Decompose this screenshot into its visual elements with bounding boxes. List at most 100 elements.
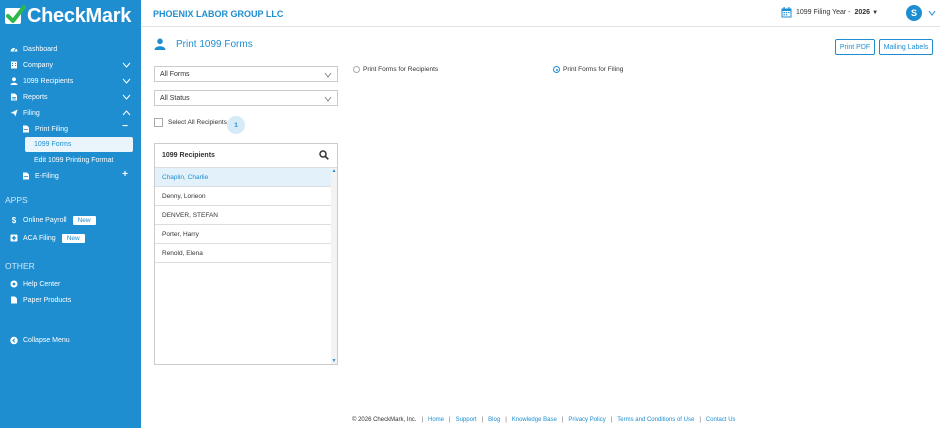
- sidebar-item-print-filing[interactable]: Print Filing −: [0, 121, 141, 137]
- collapse-menu-button[interactable]: Collapse Menu: [0, 332, 141, 348]
- sidebar-item-label: Reports: [23, 93, 48, 101]
- footer-link-contact-us[interactable]: Contact Us: [706, 417, 736, 423]
- filing-year-value: 2026: [854, 9, 871, 16]
- sidebar-item-label: Company: [23, 61, 53, 69]
- chevron-up-icon: [122, 110, 131, 116]
- scroll-down-arrow-icon[interactable]: ▼: [331, 358, 337, 364]
- footer-separator: |: [505, 417, 507, 423]
- footer-separator: |: [561, 417, 564, 423]
- aca-icon: [10, 234, 18, 242]
- sidebar-item-label: Help Center: [23, 280, 61, 288]
- new-badge: New: [61, 233, 85, 243]
- dashboard-icon: [10, 45, 18, 53]
- apps-section-title: APPS: [5, 195, 28, 205]
- radio-label: Print Forms for Recipients: [363, 66, 439, 73]
- sidebar-item-1099-forms[interactable]: 1099 Forms: [25, 137, 133, 152]
- status-filter-select[interactable]: All Status: [154, 90, 338, 106]
- select-all-checkbox[interactable]: [154, 118, 163, 127]
- sidebar-item-reports[interactable]: Reports: [0, 89, 141, 105]
- chevron-down-icon: [324, 96, 332, 102]
- collapse-toggle-icon[interactable]: −: [122, 121, 128, 132]
- radio-button-selected[interactable]: [553, 66, 560, 73]
- chevron-down-icon[interactable]: [928, 10, 936, 16]
- sidebar-item-label: ACA Filing: [23, 234, 56, 242]
- sidebar-item-company[interactable]: Company: [0, 57, 141, 73]
- sidebar-item-label: Filing: [23, 109, 40, 117]
- radio-button[interactable]: [353, 66, 360, 73]
- filing-year-selector[interactable]: 1099 Filing Year - 2026 ▼: [781, 7, 878, 18]
- recipient-row[interactable]: Porter, Harry: [155, 225, 332, 244]
- other-section-title: OTHER: [5, 261, 35, 271]
- calendar-icon: [781, 7, 792, 18]
- document-icon: [22, 125, 30, 133]
- forms-filter-value: All Forms: [160, 70, 190, 78]
- brand-name: CheckMark: [27, 4, 132, 27]
- avatar[interactable]: S: [906, 5, 922, 21]
- recipient-row[interactable]: Renold, Elena: [155, 244, 332, 263]
- scrollbar[interactable]: ▲ ▼: [331, 168, 337, 364]
- print-pdf-button[interactable]: Print PDF: [835, 39, 875, 55]
- top-bar: PHOENIX LABOR GROUP LLC 1099 Filing Year…: [141, 0, 940, 27]
- sidebar-item-label: Dashboard: [23, 45, 58, 53]
- forms-filter-select[interactable]: All Forms: [154, 66, 338, 82]
- footer-separator: |: [699, 417, 701, 423]
- company-name: PHOENIX LABOR GROUP LLC: [153, 9, 284, 19]
- checkmark-logo[interactable]: CheckMark: [0, 0, 141, 32]
- radio-label: Print Forms for Filing: [563, 66, 624, 73]
- sidebar-item-paper-products[interactable]: Paper Products: [0, 292, 141, 308]
- footer: © 2026 CheckMark, Inc. | Home | Support …: [352, 417, 736, 423]
- recipients-panel: 1099 Recipients Chaplin, Charlie Denny, …: [154, 143, 338, 365]
- caret-down-icon: ▼: [872, 9, 879, 16]
- select-all-recipients[interactable]: Select All Recipients: [154, 118, 227, 127]
- document-icon: [22, 172, 30, 180]
- status-filter-value: All Status: [160, 94, 190, 102]
- footer-link-home[interactable]: Home: [428, 417, 444, 423]
- page-header: Print 1099 Forms: [154, 38, 253, 50]
- scroll-up-arrow-icon[interactable]: ▲: [331, 168, 337, 174]
- recipient-row[interactable]: Chaplin, Charlie: [155, 168, 332, 187]
- footer-separator: |: [610, 417, 613, 423]
- radio-print-for-filing[interactable]: Print Forms for Filing: [553, 66, 623, 73]
- filing-year-label: 1099 Filing Year -: [796, 9, 851, 16]
- new-badge: New: [72, 215, 96, 225]
- user-icon: [154, 38, 166, 50]
- company-icon: [10, 61, 18, 69]
- checkmark-logo-icon: [5, 5, 26, 24]
- sidebar-item-dashboard[interactable]: Dashboard: [0, 41, 141, 57]
- mailing-labels-button[interactable]: Mailing Labels: [879, 39, 933, 55]
- footer-separator: |: [449, 417, 451, 423]
- sidebar-nav: Dashboard Company 1099 Recipients Report…: [0, 41, 141, 348]
- sidebar-item-edit-printing-format[interactable]: Edit 1099 Printing Format: [0, 152, 141, 168]
- recipients-panel-header: 1099 Recipients: [155, 144, 337, 168]
- sidebar: CheckMark Dashboard Company 1099 Recipie…: [0, 0, 141, 428]
- sidebar-item-label: Print Filing: [35, 125, 69, 133]
- dollar-icon: $: [11, 215, 17, 225]
- chevron-down-icon: [122, 78, 131, 84]
- footer-link-support[interactable]: Support: [456, 417, 477, 423]
- sidebar-item-label: E-Filing: [35, 172, 59, 180]
- expand-toggle-icon[interactable]: +: [122, 169, 128, 180]
- recipient-row[interactable]: Denny, Lorieon: [155, 187, 332, 206]
- sidebar-item-label: 1099 Forms: [34, 141, 72, 148]
- selected-count-badge: 1: [227, 116, 245, 134]
- radio-print-for-recipients[interactable]: Print Forms for Recipients: [353, 66, 438, 73]
- sidebar-item-help-center[interactable]: Help Center: [0, 276, 141, 292]
- collapse-menu-label: Collapse Menu: [23, 336, 70, 344]
- footer-link-knowledge-base[interactable]: Knowledge Base: [512, 417, 557, 423]
- document-icon: [10, 296, 18, 304]
- sidebar-item-filing[interactable]: Filing: [0, 105, 141, 121]
- sidebar-item-aca-filing[interactable]: ACA Filing New: [0, 229, 141, 247]
- footer-link-blog[interactable]: Blog: [488, 417, 500, 423]
- select-all-label: Select All Recipients: [168, 119, 227, 126]
- sidebar-item-e-filing[interactable]: E-Filing +: [0, 168, 141, 184]
- footer-link-terms[interactable]: Terms and Conditions of Use: [617, 417, 694, 423]
- sidebar-item-online-payroll[interactable]: $ Online Payroll New: [0, 211, 141, 229]
- footer-link-privacy-policy[interactable]: Privacy Policy: [568, 417, 605, 423]
- sidebar-item-label: Online Payroll: [23, 216, 67, 224]
- search-icon[interactable]: [319, 150, 329, 160]
- sidebar-item-label: Paper Products: [23, 296, 72, 304]
- recipient-row[interactable]: DENVER, STEFAN: [155, 206, 332, 225]
- sidebar-item-1099-recipients[interactable]: 1099 Recipients: [0, 73, 141, 89]
- reports-icon: [10, 93, 18, 101]
- copyright-text: © 2026 CheckMark, Inc.: [352, 417, 417, 423]
